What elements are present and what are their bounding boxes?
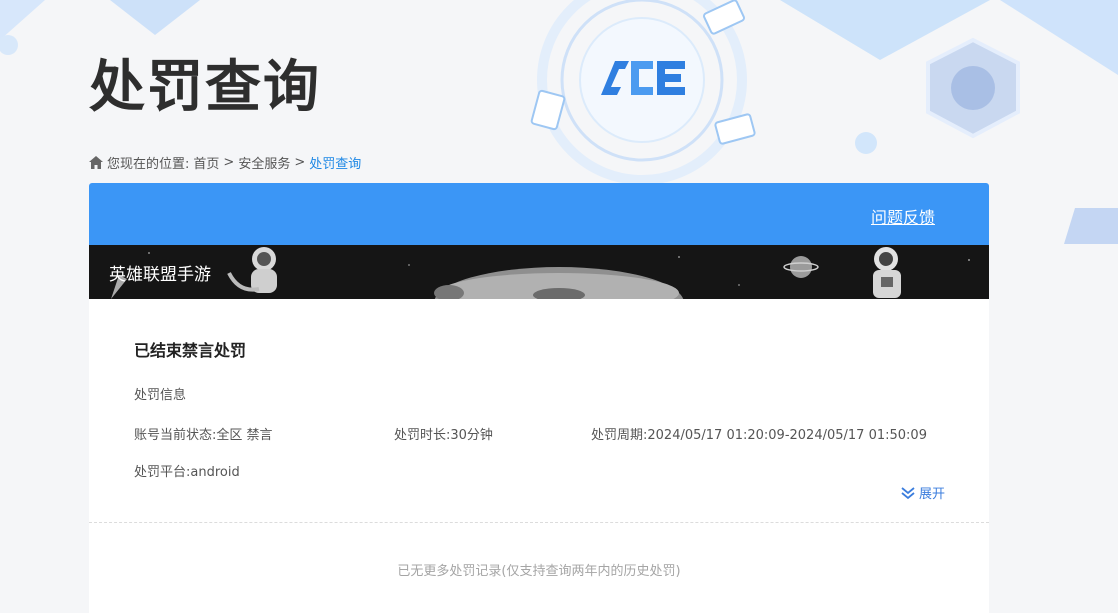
- card-header: 问题反馈: [89, 183, 989, 245]
- breadcrumb: 您现在的位置: 首页 > 安全服务 > 处罚查询: [89, 153, 361, 172]
- penalty-card: 问题反馈 英雄联盟手游 已结束禁言处罚 处罚信息 账号当前状态:全区 禁言 处罚…: [89, 183, 989, 613]
- double-chevron-down-icon: [901, 486, 915, 499]
- record-divider: [89, 522, 989, 523]
- ace-logo: [597, 57, 691, 103]
- breadcrumb-separator: >: [223, 155, 235, 170]
- page-title: 处罚查询: [89, 55, 321, 120]
- penalty-info-row: 账号当前状态:全区 禁言 处罚时长:30分钟 处罚周期:2024/05/17 0…: [134, 424, 954, 443]
- no-more-records: 已无更多处罚记录(仅支持查询两年内的历史处罚): [397, 564, 681, 579]
- breadcrumb-current[interactable]: 处罚查询: [309, 153, 361, 172]
- feedback-link[interactable]: 问题反馈: [871, 204, 935, 228]
- expand-button[interactable]: 展开: [900, 483, 945, 502]
- breadcrumb-separator: >: [294, 155, 306, 170]
- game-name: 英雄联盟手游: [109, 265, 211, 285]
- record-title: 已结束禁言处罚: [134, 341, 247, 360]
- banner-artwork: [111, 247, 970, 299]
- breadcrumb-prefix: 您现在的位置:: [107, 157, 190, 172]
- penalty-info-label: 处罚信息: [134, 388, 187, 403]
- game-banner: 英雄联盟手游: [89, 245, 989, 299]
- penalty-period: 处罚周期:2024/05/17 01:20:09-2024/05/17 01:5…: [591, 428, 927, 443]
- penalty-duration: 处罚时长:30分钟: [394, 428, 493, 443]
- penalty-record: 已结束禁言处罚 处罚信息: [89, 299, 989, 522]
- breadcrumb-home[interactable]: 首页: [193, 153, 219, 172]
- expand-label: 展开: [918, 487, 945, 502]
- home-icon: [89, 156, 103, 169]
- breadcrumb-security-service[interactable]: 安全服务: [238, 153, 290, 172]
- penalty-platform: 处罚平台:android: [134, 465, 240, 480]
- account-status: 账号当前状态:全区 禁言: [134, 428, 273, 443]
